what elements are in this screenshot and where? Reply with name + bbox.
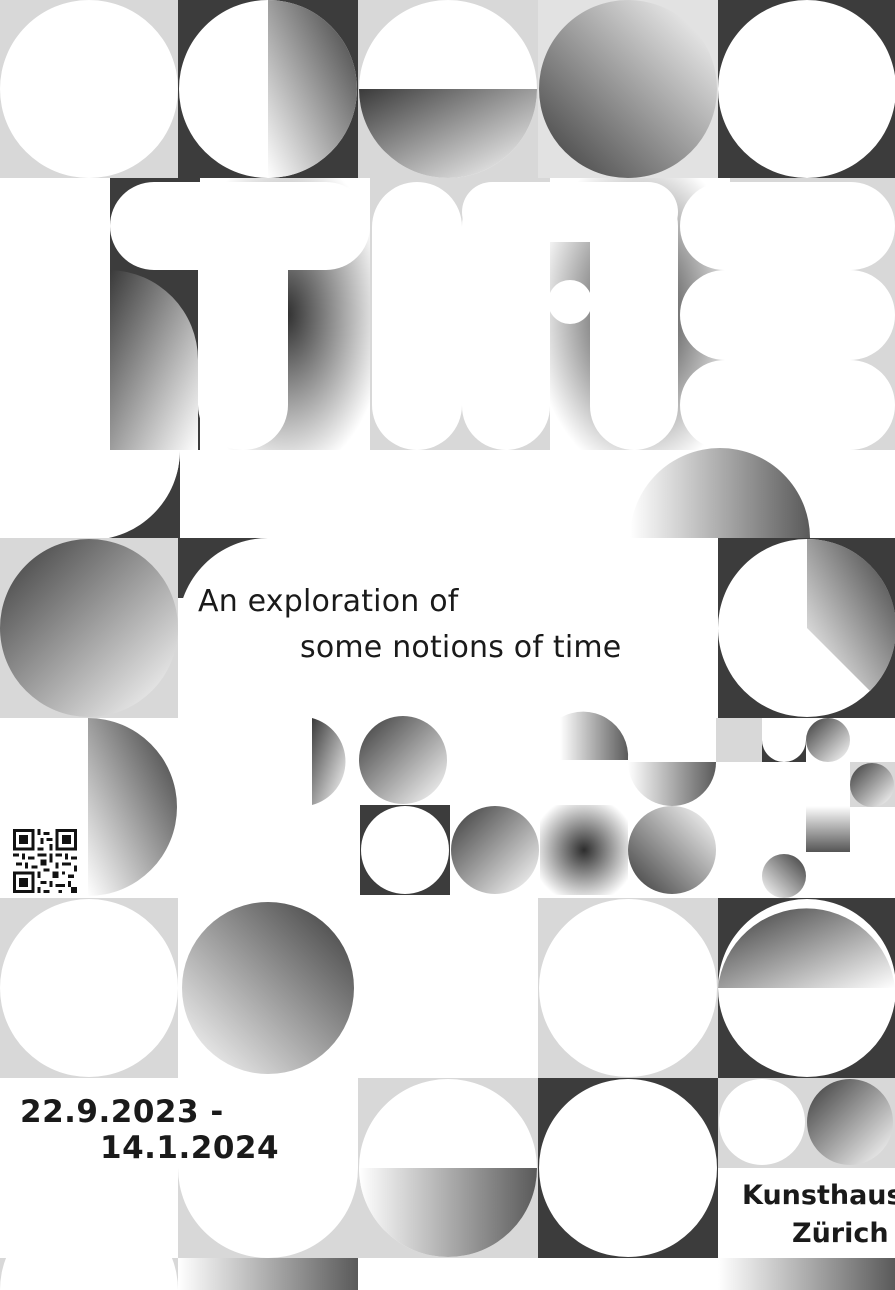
tagline-line-2: some notions of time: [300, 630, 622, 665]
date-start: 22.9.2023 -: [20, 1094, 224, 1130]
tagline-line-1: An exploration of: [198, 584, 459, 619]
qr-code-icon[interactable]: [13, 829, 77, 893]
poster: { "poster": { "headline": "TIME", "tagli…: [0, 0, 895, 1290]
date-end: 14.1.2024: [100, 1130, 280, 1166]
venue-city: Zürich: [792, 1218, 889, 1249]
venue-name: Kunsthaus: [742, 1180, 895, 1211]
